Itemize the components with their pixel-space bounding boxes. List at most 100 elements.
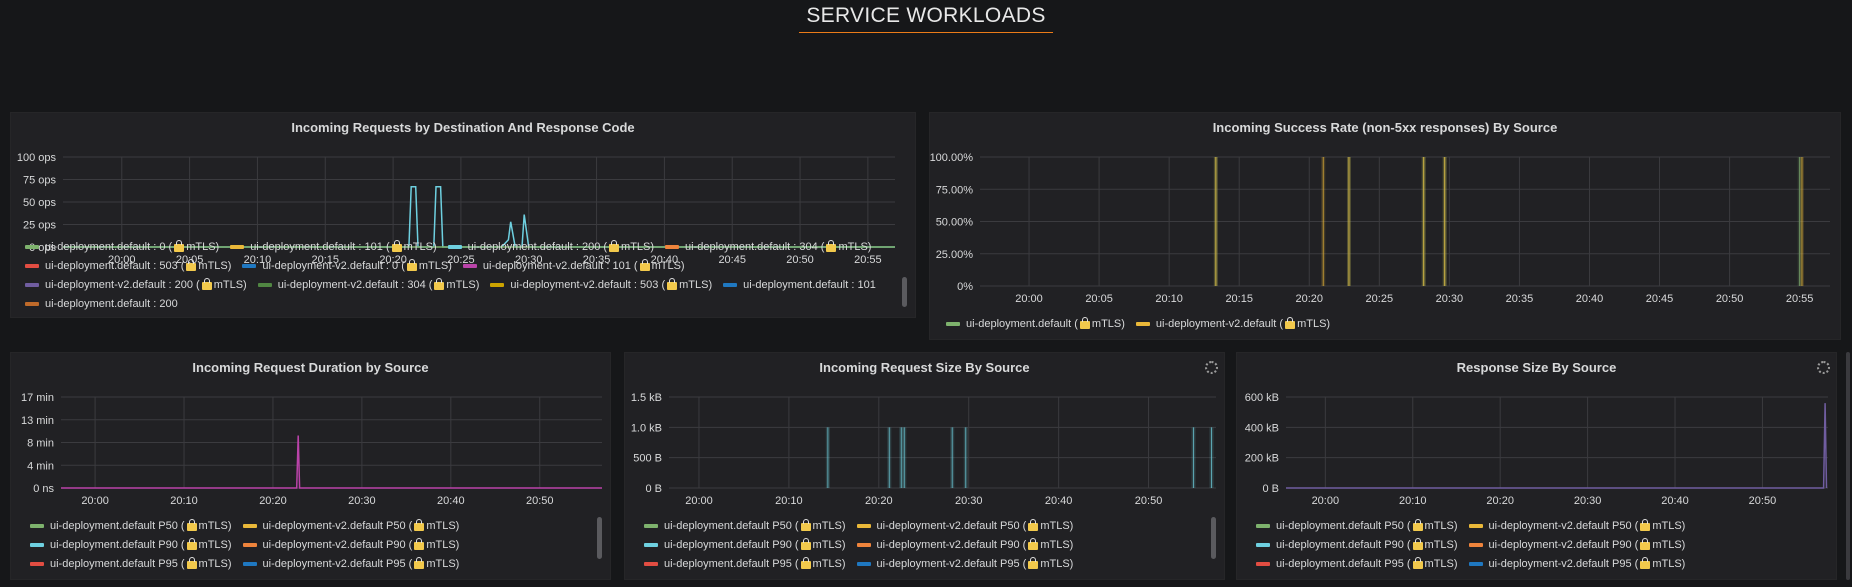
legend-item[interactable]: ui-deployment-v2.default P95 (mTLS)	[242, 554, 459, 573]
legend-label-suffix: mTLS)	[679, 278, 713, 291]
legend-item[interactable]: ui-deployment.default P50 (mTLS)	[1256, 516, 1458, 535]
legend-swatch	[25, 301, 39, 306]
legend-item[interactable]: ui-deployment.default P90 ( mTLS)	[644, 535, 846, 554]
y-tick-label: 75.00%	[936, 184, 974, 196]
legend-label: ui-deployment.default P90 (	[664, 538, 799, 551]
lock-icon	[826, 239, 837, 252]
legend: ui-deployment.default (mTLS) ui-deploymen…	[946, 314, 1826, 333]
legend-label-suffix: mTLS)	[838, 240, 872, 253]
lock-icon	[609, 239, 620, 252]
lock-icon	[186, 258, 197, 271]
legend-label-suffix: mTLS)	[186, 240, 220, 253]
legend-swatch	[242, 542, 257, 547]
y-tick-label: 0 B	[1262, 483, 1279, 495]
y-tick-label: 100 ops	[17, 152, 57, 164]
legend-item[interactable]: ui-deployment.default P90 (mTLS)	[1256, 535, 1458, 554]
legend-item[interactable]: ui-deployment-v2.default P95 (mTLS)	[856, 554, 1073, 573]
legend-label-suffix: mTLS)	[812, 538, 846, 551]
legend-label: ui-deployment.default : 304 (	[685, 240, 825, 253]
legend-item[interactable]: ui-deployment.default : 101 (mTLS)	[230, 237, 437, 256]
legend-item[interactable]: ui-deployment-v2.default : 0 (mTLS)	[242, 256, 452, 275]
lock-icon	[174, 239, 185, 252]
y-tick-label: 400 kB	[1245, 422, 1279, 434]
legend-label: ui-deployment.default P50 (	[1276, 519, 1411, 532]
legend-item[interactable]: ui-deployment.default : 200 (mTLS)	[447, 237, 654, 256]
y-tick-label: 13 min	[21, 415, 54, 427]
legend-scrollbar[interactable]	[597, 517, 602, 559]
legend-swatch	[25, 282, 39, 287]
legend-label-suffix: mTLS)	[1424, 557, 1458, 570]
legend-item[interactable]: ui-deployment.default : 503 (mTLS)	[25, 256, 231, 275]
legend-item[interactable]: ui-deployment.default P50 (mTLS)	[30, 516, 232, 535]
legend-label: ui-deployment.default (	[966, 317, 1078, 330]
legend-swatch	[1468, 561, 1483, 566]
y-tick-label: 0 ns	[33, 483, 54, 495]
legend: ui-deployment.default P50 (mTLS) ui-deplo…	[1256, 516, 1826, 573]
legend-label: ui-deployment-v2.default P90 (	[262, 538, 413, 551]
x-tick-label: 20:20	[865, 495, 893, 507]
legend-item[interactable]: ui-deployment-v2.default P95 (mTLS)	[1468, 554, 1686, 573]
lock-icon	[1412, 556, 1423, 569]
legend-item[interactable]: ui-deployment.default P95 (mTLS)	[644, 554, 846, 573]
legend-item[interactable]: ui-deployment-v2.default : 304 (mTLS)	[257, 275, 479, 294]
legend-scrollbar[interactable]	[902, 277, 907, 307]
legend-label-suffix: mTLS)	[1652, 557, 1686, 570]
legend-label-suffix: mTLS)	[1040, 519, 1074, 532]
legend-item[interactable]: ui-deployment.default : 0 (mTLS)	[25, 237, 219, 256]
legend-item[interactable]: ui-deployment-v2.default P90 (mTLS)	[242, 535, 459, 554]
legend-item[interactable]: ui-deployment.default (mTLS)	[946, 314, 1125, 333]
y-tick-label: 0 B	[645, 483, 662, 495]
legend-item[interactable]: ui-deployment.default P95 (mTLS)	[30, 554, 232, 573]
legend-swatch	[856, 561, 871, 566]
legend-swatch	[1256, 523, 1270, 528]
legend-label-suffix: mTLS)	[1652, 519, 1686, 532]
legend-item[interactable]: ui-deployment-v2.default P90 (mTLS)	[856, 535, 1074, 554]
legend-item[interactable]: ui-deployment-v2.default P50 (mTLS)	[856, 516, 1074, 535]
legend-item[interactable]: ui-deployment.default : 304 ( mTLS)	[665, 237, 871, 256]
x-tick-label: 20:45	[1646, 293, 1674, 305]
x-tick-label: 20:55	[1786, 293, 1814, 305]
y-tick-label: 4 min	[27, 460, 54, 472]
panel-request-size: Incoming Request Size By Source 0 B 500 B…	[624, 352, 1225, 580]
legend-label-suffix: mTLS)	[1040, 538, 1074, 551]
legend-item[interactable]: ui-deployment-v2.default P50 ( mTLS)	[1468, 516, 1686, 535]
legend-item[interactable]: ui-deployment.default P95 (mTLS)	[1256, 554, 1458, 573]
y-tick-label: 75 ops	[23, 175, 57, 187]
x-tick-label: 20:50	[1716, 293, 1744, 305]
x-tick-label: 20:00	[1312, 495, 1340, 507]
legend-item[interactable]: ui-deployment-v2.default : 503 ( mTLS)	[490, 275, 712, 294]
lock-icon	[414, 537, 425, 550]
legend-item[interactable]: ui-deployment.default : 101	[723, 275, 876, 294]
legend-swatch	[1256, 542, 1270, 547]
legend-item[interactable]: ui-deployment.default : 200	[25, 294, 178, 313]
legend-label-suffix: mTLS)	[198, 519, 232, 532]
y-tick-label: 25 ops	[23, 220, 57, 232]
lock-icon	[1285, 316, 1296, 329]
lock-icon	[406, 258, 417, 271]
legend-swatch	[25, 244, 39, 249]
legend-item[interactable]: ui-deployment.default P50 (mTLS)	[644, 516, 846, 535]
legend-label: ui-deployment-v2.default P50 (	[1488, 519, 1639, 532]
x-tick-label: 20:20	[259, 495, 287, 507]
lock-icon	[800, 537, 811, 550]
lock-icon	[201, 277, 212, 290]
y-tick-label: 8 min	[27, 438, 54, 450]
lock-icon	[391, 239, 402, 252]
legend-scrollbar[interactable]	[1211, 517, 1216, 559]
legend-swatch	[1135, 321, 1150, 326]
legend-label-suffix: mTLS)	[1424, 538, 1458, 551]
legend-swatch	[257, 282, 272, 287]
x-tick-label: 20:05	[1085, 293, 1113, 305]
legend-label: ui-deployment-v2.default : 503 (	[510, 278, 666, 291]
lock-icon	[800, 518, 811, 531]
x-tick-label: 20:50	[526, 495, 554, 507]
legend-item[interactable]: ui-deployment-v2.default : 200 (mTLS)	[25, 275, 247, 294]
legend-item[interactable]: ui-deployment-v2.default (mTLS)	[1135, 314, 1330, 333]
page-scrollbar[interactable]	[1846, 352, 1850, 580]
row-title[interactable]: SERVICE WORKLOADS	[0, 4, 1852, 33]
legend-item[interactable]: ui-deployment-v2.default : 101 (mTLS)	[462, 256, 685, 275]
legend-item[interactable]: ui-deployment-v2.default P50 (mTLS)	[242, 516, 459, 535]
series-line	[61, 435, 602, 489]
legend-item[interactable]: ui-deployment.default P90 (mTLS)	[30, 535, 232, 554]
legend-item[interactable]: ui-deployment-v2.default P90 (mTLS)	[1468, 535, 1685, 554]
